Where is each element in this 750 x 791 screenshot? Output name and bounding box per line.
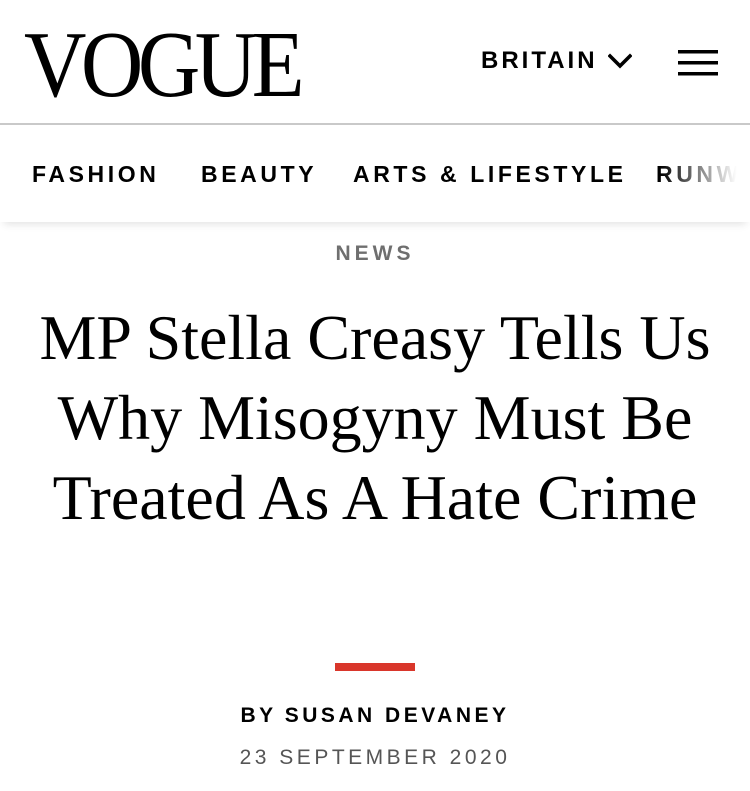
hamburger-menu-icon[interactable] [678,50,718,76]
vogue-logo[interactable]: VOGUE [24,18,305,112]
byline-prefix: BY [240,704,277,727]
chevron-down-icon [607,52,633,70]
edition-selector[interactable]: BRITAIN [481,44,633,78]
nav-item-arts-lifestyle[interactable]: ARTS & LIFESTYLE [353,161,627,188]
nav-item-beauty[interactable]: BEAUTY [201,161,317,188]
nav-item-runway[interactable]: RUNWAY [656,161,750,188]
primary-nav: FASHION BEAUTY ARTS & LIFESTYLE RUNWAY [0,125,750,222]
article-headline: MP Stella Creasy Tells Us Why Misogyny M… [39,302,711,533]
accent-divider [335,663,415,671]
nav-item-fashion[interactable]: FASHION [32,161,159,188]
publish-date: 23 SEPTEMBER 2020 [239,746,511,769]
site-header: VOGUE BRITAIN [0,0,750,125]
article-category-link[interactable]: NEWS [0,242,750,266]
article-byline: BY SUSAN DEVANEY [0,704,750,728]
edition-label: BRITAIN [481,47,598,74]
author-link[interactable]: SUSAN DEVANEY [285,704,510,727]
